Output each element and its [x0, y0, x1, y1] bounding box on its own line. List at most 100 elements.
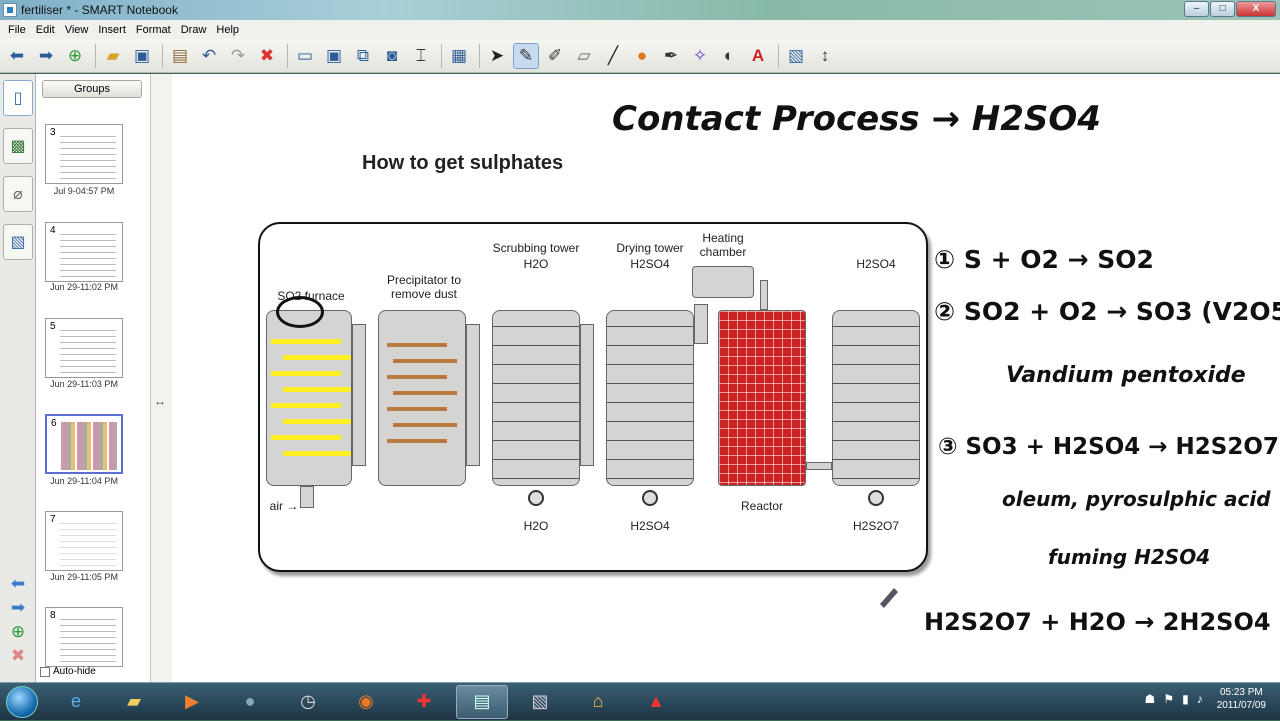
network-icon[interactable]: ☗	[1145, 692, 1156, 706]
note-step2: ② SO2 + O2 → SO3 (V2O5)	[934, 297, 1280, 326]
page-thumbnail-3[interactable]: 3	[45, 124, 123, 184]
back-arrow-icon[interactable]: ⬅	[4, 43, 30, 69]
page-sorter-tab-icon[interactable]: ▯	[3, 80, 33, 116]
page-timestamp: Jun 29-11:03 PM	[50, 379, 118, 389]
action-center-icon[interactable]: ⚑	[1163, 692, 1174, 706]
taskbar-clock[interactable]: 05:23 PM 2011/07/09	[1217, 686, 1266, 712]
page-number: 6	[51, 418, 57, 429]
screen-shade-icon[interactable]: ▭	[292, 43, 318, 69]
close-button[interactable]: X	[1236, 1, 1276, 17]
menu-file[interactable]: File	[3, 24, 31, 36]
groups-button[interactable]: Groups	[42, 80, 142, 98]
menu-insert[interactable]: Insert	[93, 24, 131, 36]
eraser-icon[interactable]: ▱	[571, 43, 597, 69]
user-icon[interactable]: ●	[224, 685, 276, 719]
firefox-icon[interactable]: ◉	[340, 685, 392, 719]
page-number: 5	[50, 321, 56, 332]
system-tray: ☗ ⚑ ▮ ♪ 05:23 PM 2011/07/09	[1145, 686, 1272, 712]
select-icon[interactable]: ➤	[484, 43, 510, 69]
page-timestamp: Jul 9-04:57 PM	[53, 186, 115, 196]
page-thumbnail-6[interactable]: 6	[45, 414, 123, 474]
note-final: H2S2O7 + H2O → 2H2SO4	[924, 608, 1271, 636]
toolbar-divider	[778, 43, 779, 68]
windows-logo-icon	[6, 685, 38, 718]
gallery-tab-icon[interactable]: ▩	[3, 128, 33, 164]
menu-draw[interactable]: Draw	[176, 24, 212, 36]
shape-icon[interactable]: ●	[629, 43, 655, 69]
page-thumbnail-5[interactable]: 5	[45, 318, 123, 378]
heading-ink: Contact Process → H2SO4	[612, 99, 1101, 139]
add-page-side-icon[interactable]: ⊕	[4, 622, 32, 646]
panel-splitter[interactable]: ↔	[150, 74, 172, 682]
delete-page-icon[interactable]: ✖	[4, 646, 32, 670]
note-step1: ① S + O2 → SO2	[934, 245, 1154, 274]
page-timestamp: Jun 29-11:05 PM	[50, 572, 118, 582]
pin-icon[interactable]: ✚	[398, 685, 450, 719]
page-thumbnail-4[interactable]: 4	[45, 222, 123, 282]
recorder-icon[interactable]: ▧	[514, 685, 566, 719]
note-oleum: oleum, pyrosulphic acid	[1002, 487, 1271, 511]
full-screen-icon[interactable]: ▣	[321, 43, 347, 69]
start-button[interactable]	[0, 683, 44, 721]
capture-icon[interactable]: ◙	[379, 43, 405, 69]
menu-format[interactable]: Format	[131, 24, 176, 36]
dual-display-icon[interactable]: ⧉	[350, 43, 376, 69]
toolbar-divider	[479, 43, 480, 68]
toolbar-divider	[162, 43, 163, 68]
page-canvas[interactable]: How to get sulphates SO2 furnace Precipi…	[172, 74, 1280, 682]
forward-arrow-icon[interactable]: ➡	[33, 43, 59, 69]
explorer-icon[interactable]: ▰	[108, 685, 160, 719]
attachments-tab-icon[interactable]: ⌀	[3, 176, 33, 212]
ie-icon[interactable]: e	[50, 685, 102, 719]
battery-icon[interactable]: ▮	[1182, 692, 1189, 706]
fill-icon[interactable]: ✧	[687, 43, 713, 69]
delete-icon[interactable]: ✖	[254, 43, 280, 69]
smart-notebook-icon[interactable]: ▤	[456, 684, 508, 719]
next-page-icon[interactable]: ➡	[4, 598, 32, 622]
pen-cursor-icon	[880, 588, 898, 608]
page-number: 7	[50, 514, 56, 525]
media-player-icon[interactable]: ▶	[166, 685, 218, 719]
add-page-icon[interactable]: ⊕	[62, 43, 88, 69]
autohide-checkbox[interactable]: Auto-hide	[40, 666, 96, 677]
move-toolbar-icon[interactable]: ↕	[812, 43, 838, 69]
clock-time: 05:23 PM	[1219, 687, 1263, 698]
note-step3: ③ SO3 + H2SO4 → H2S2O7	[938, 434, 1279, 460]
smart-notebook-window: fertiliser * - SMART Notebook – □ X File…	[0, 0, 1280, 720]
text-icon[interactable]: A	[745, 43, 771, 69]
clock-date: 2011/07/09	[1216, 700, 1266, 711]
minimize-button[interactable]: –	[1184, 1, 1209, 17]
properties-panel-icon[interactable]: ▧	[783, 43, 809, 69]
handwriting-layer: Contact Process → H2SO4 ① S + O2 → SO2 ②…	[612, 99, 1280, 636]
home-icon[interactable]: ⌂	[572, 685, 624, 719]
page-thumbnail-7[interactable]: 7	[45, 511, 123, 571]
insert-table-icon[interactable]: ⌶	[408, 43, 434, 69]
save-icon[interactable]: ▣	[129, 43, 155, 69]
line-icon[interactable]: ╱	[600, 43, 626, 69]
open-folder-icon[interactable]: ▰	[100, 43, 126, 69]
menu-edit[interactable]: Edit	[31, 24, 60, 36]
pdf-icon[interactable]: ▲	[630, 685, 682, 719]
redo-icon[interactable]: ↷	[225, 43, 251, 69]
menu-view[interactable]: View	[60, 24, 94, 36]
page-number: 4	[50, 225, 56, 236]
properties-icon[interactable]: ◐	[716, 43, 742, 69]
autohide-label: Auto-hide	[53, 666, 96, 677]
volume-icon[interactable]: ♪	[1197, 692, 1203, 706]
pen-icon[interactable]: ✎	[513, 42, 539, 69]
title-bar: fertiliser * - SMART Notebook – □ X	[0, 0, 1280, 20]
previous-page-icon[interactable]: ⬅	[4, 574, 32, 598]
creative-pen-icon[interactable]: ✐	[542, 43, 568, 69]
page-thumbnail-8[interactable]: 8	[45, 607, 123, 667]
sidebar-navigation: ⬅ ➡ ⊕ ✖	[4, 574, 32, 670]
clock-app-icon[interactable]: ◷	[282, 685, 334, 719]
menu-help[interactable]: Help	[211, 24, 244, 36]
paste-icon[interactable]: ▤	[167, 43, 193, 69]
maximize-button[interactable]: □	[1210, 1, 1235, 17]
checkbox-box[interactable]	[40, 666, 50, 677]
magic-pen-icon[interactable]: ✒	[658, 43, 684, 69]
properties-tab-icon[interactable]: ▧	[3, 224, 33, 260]
resize-arrows-icon: ↔	[154, 394, 166, 408]
undo-icon[interactable]: ↶	[196, 43, 222, 69]
table-icon[interactable]: ▦	[446, 43, 472, 69]
